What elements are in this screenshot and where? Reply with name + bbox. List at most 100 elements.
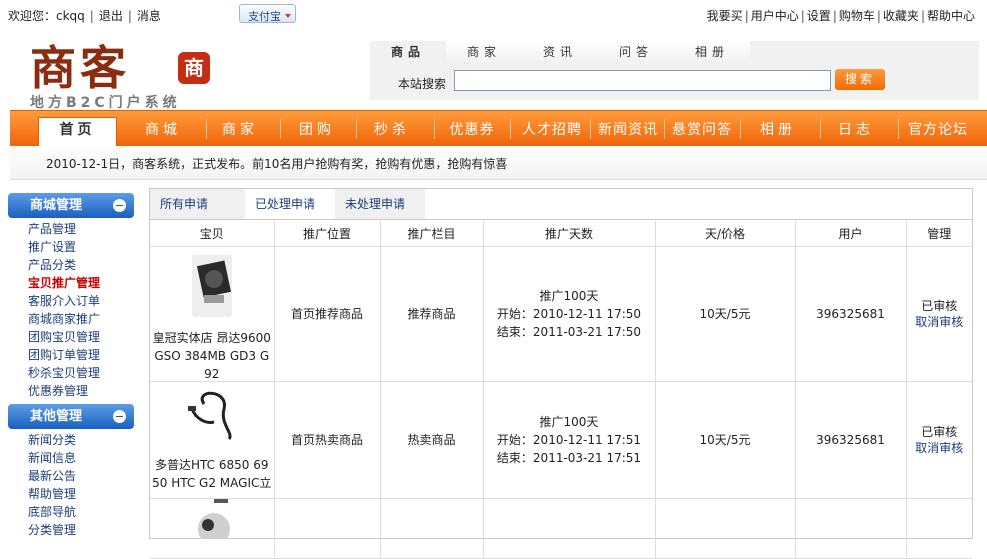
- notice-text: 2010-12-1日，商客系统，正式发布。前10名用户抢购有奖，抢购有优惠，抢购…: [46, 157, 508, 171]
- nav-jobs[interactable]: 人才招聘: [512, 119, 592, 147]
- tab-processed[interactable]: 已处理申请: [245, 189, 329, 219]
- end-date: 结束：2011-03-21 17:51: [496, 450, 642, 465]
- welcome-bar: 欢迎您：ckqq | 退出 | 消息: [8, 9, 161, 23]
- alipay-label: 支付宝: [248, 10, 281, 23]
- filter-tabs: 所有申请 已处理申请 未处理申请: [150, 189, 972, 220]
- col-header: 天/价格: [655, 221, 796, 247]
- link-favorites[interactable]: 收藏夹: [883, 9, 919, 23]
- nav-coupons[interactable]: 优惠券: [432, 119, 512, 147]
- days-text: 推广100天: [539, 414, 599, 429]
- user-id: 396325681: [795, 246, 907, 382]
- sidebar-item-help[interactable]: 帮助管理: [28, 485, 76, 502]
- col-header: 管理: [906, 221, 972, 247]
- product-name[interactable]: 皇冠实体店 昂达9600 GSO 384MB GD3 G 92: [150, 329, 274, 383]
- table-row: [150, 498, 972, 559]
- sidebar-item-category-manage[interactable]: 分类管理: [28, 521, 76, 538]
- col-header: 推广栏目: [380, 221, 484, 247]
- logo-subtitle: 地方B2C门户系统: [30, 95, 181, 111]
- search-button[interactable]: 搜索: [835, 69, 885, 90]
- collapse-icon[interactable]: [113, 199, 126, 212]
- product-cell[interactable]: 皇冠实体店 昂达9600 GSO 384MB GD3 G 92: [150, 247, 274, 381]
- table-row: 多普达HTC 6850 69 50 HTC G2 MAGIC立 首页热卖商品 热…: [150, 381, 973, 499]
- sidebar-item-groupbuy-orders[interactable]: 团购订单管理: [28, 346, 100, 363]
- promo-column: 热卖商品: [380, 381, 484, 499]
- table-header: 宝贝 推广位置 推广栏目 推广天数 天/价格 用户 管理: [150, 221, 972, 247]
- logo-seal: 商: [178, 52, 210, 84]
- start-date: 开始：2010-12-11 17:51: [496, 432, 642, 447]
- user-id: 396325681: [795, 381, 907, 499]
- messages-link[interactable]: 消息: [137, 9, 161, 23]
- days-text: 推广100天: [539, 288, 599, 303]
- link-cart[interactable]: 购物车: [839, 9, 875, 23]
- welcome-text: 欢迎您：ckqq: [8, 9, 85, 23]
- nav-news[interactable]: 新闻资讯: [588, 119, 668, 147]
- sidebar-item-groupbuy-items[interactable]: 团购宝贝管理: [28, 328, 100, 345]
- search-input[interactable]: [454, 70, 831, 91]
- sidebar-group-title: 商城管理: [30, 198, 83, 213]
- search-tab-news[interactable]: 资讯: [522, 41, 598, 63]
- logo-title: 商客: [30, 41, 130, 95]
- product-thumbnail[interactable]: [184, 384, 240, 444]
- sidebar-item-promo-manage[interactable]: 宝贝推广管理: [28, 274, 100, 291]
- logout-link[interactable]: 退出: [99, 9, 123, 23]
- nav-forum[interactable]: 官方论坛: [893, 119, 983, 147]
- price: 10天/5元: [655, 381, 796, 499]
- sidebar-item-news-info[interactable]: 新闻信息: [28, 449, 76, 466]
- sidebar-item-news-categories[interactable]: 新闻分类: [28, 431, 76, 448]
- promo-position: 首页推荐商品: [274, 246, 381, 382]
- link-buy[interactable]: 我要买: [707, 9, 743, 23]
- nav-albums[interactable]: 相册: [738, 119, 818, 147]
- link-settings[interactable]: 设置: [807, 9, 831, 23]
- nav-flash-sale[interactable]: 秒杀: [352, 119, 432, 147]
- status-text: 已审核: [921, 424, 958, 439]
- caret-down-icon: [285, 14, 291, 18]
- col-header: 用户: [795, 221, 907, 247]
- table-row: 皇冠实体店 昂达9600 GSO 384MB GD3 G 92 首页推荐商品 推…: [150, 246, 973, 382]
- product-name[interactable]: 多普达HTC 6850 69 50 HTC G2 MAGIC立: [150, 456, 274, 492]
- nav-blog[interactable]: 日志: [816, 119, 896, 147]
- search-tab-qa[interactable]: 问答: [598, 41, 674, 63]
- nav-home[interactable]: 首页: [38, 117, 117, 147]
- col-header: 推广天数: [483, 221, 656, 247]
- sidebar-item-merchant-promo[interactable]: 商城商家推广: [28, 310, 100, 327]
- search-tab-merchants[interactable]: 商家: [446, 41, 522, 63]
- nav-qa[interactable]: 悬赏问答: [662, 119, 742, 147]
- search-tab-products[interactable]: 商品: [370, 41, 446, 63]
- tab-unprocessed[interactable]: 未处理申请: [335, 189, 425, 219]
- col-header: 推广位置: [274, 221, 381, 247]
- search-tabs: 商品 商家 资讯 问答 相册: [370, 41, 979, 63]
- alipay-dropdown[interactable]: 支付宝: [239, 4, 296, 23]
- promo-days: 推广100天 开始：2010-12-11 17:50 结束：2011-03-21 1…: [483, 246, 656, 382]
- sidebar-item-service-orders[interactable]: 客服介入订单: [28, 292, 100, 309]
- tab-all-requests[interactable]: 所有申请: [150, 189, 245, 219]
- sidebar-item-promo-settings[interactable]: 推广设置: [28, 238, 76, 255]
- top-bar: 欢迎您：ckqq | 退出 | 消息 支付宝 我要买 | 用户中心 | 设置 | 购物车 | 收藏夹 | 帮…: [0, 0, 987, 30]
- col-header: 宝贝: [150, 221, 275, 247]
- start-date: 开始：2010-12-11 17:50: [496, 306, 642, 321]
- cancel-review-link[interactable]: 取消审核: [907, 440, 973, 456]
- product-cell[interactable]: 多普达HTC 6850 69 50 HTC G2 MAGIC立: [150, 382, 274, 498]
- price: 10天/5元: [655, 246, 796, 382]
- sidebar-item-products[interactable]: 产品管理: [28, 220, 76, 237]
- link-help[interactable]: 帮助中心: [927, 9, 975, 23]
- link-user-center[interactable]: 用户中心: [751, 9, 799, 23]
- sidebar-group-other[interactable]: 其他管理: [8, 404, 134, 429]
- sidebar-group-mall[interactable]: 商城管理: [8, 193, 134, 218]
- sidebar-item-coupons[interactable]: 优惠券管理: [28, 382, 88, 399]
- product-thumbnail[interactable]: [184, 249, 240, 323]
- sidebar-item-categories[interactable]: 产品分类: [28, 256, 76, 273]
- sidebar-item-announcements[interactable]: 最新公告: [28, 467, 76, 484]
- nav-group-buy[interactable]: 团购: [277, 119, 357, 147]
- nav-mall[interactable]: 商城: [123, 119, 203, 147]
- search-tab-albums[interactable]: 相册: [674, 41, 750, 63]
- cancel-review-link[interactable]: 取消审核: [907, 314, 973, 330]
- sidebar-item-footer-nav[interactable]: 底部导航: [28, 503, 76, 520]
- collapse-icon[interactable]: [113, 410, 126, 423]
- nav-merchants[interactable]: 商家: [200, 119, 280, 147]
- product-thumbnail[interactable]: [184, 498, 240, 545]
- search-label: 本站搜索: [398, 77, 447, 91]
- top-links: 我要买 | 用户中心 | 设置 | 购物车 | 收藏夹 | 帮助中心: [706, 9, 975, 23]
- promo-position: 首页热卖商品: [274, 381, 381, 499]
- sidebar-item-flash-items[interactable]: 秒杀宝贝管理: [28, 364, 100, 381]
- site-logo[interactable]: 商客 商 地方B2C门户系统: [30, 38, 230, 111]
